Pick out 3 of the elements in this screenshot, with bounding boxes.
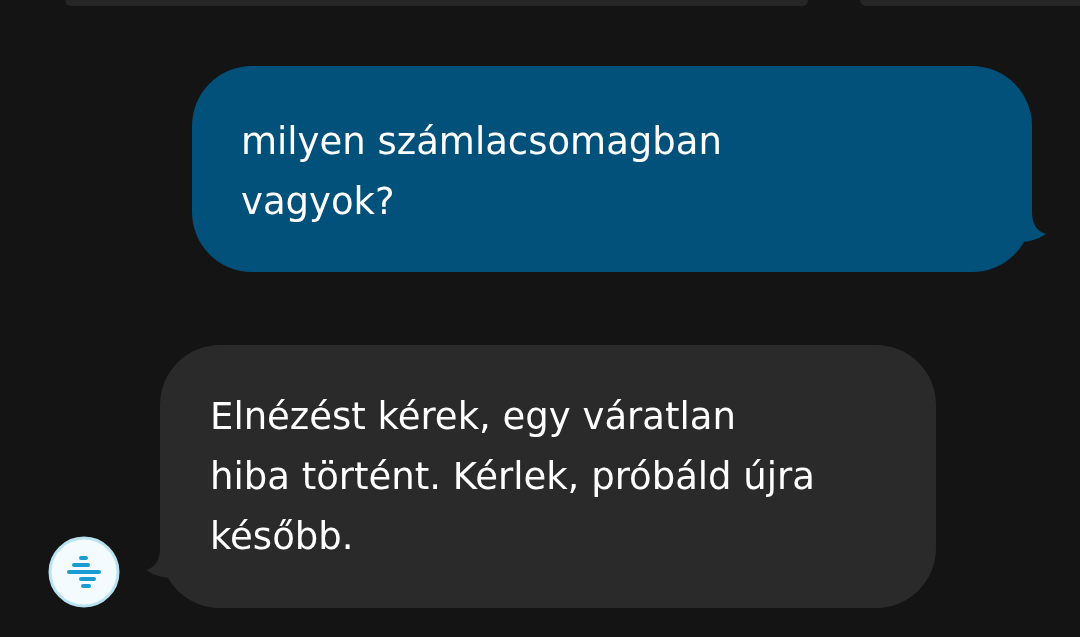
bot-avatar-icon [48,536,120,608]
message-text: milyen számlacsomagban vagyok? [241,119,723,225]
message-text: Elnézést kérek, egy váratlan hiba történt. Kérlek, próbáld újra később. [210,394,816,560]
